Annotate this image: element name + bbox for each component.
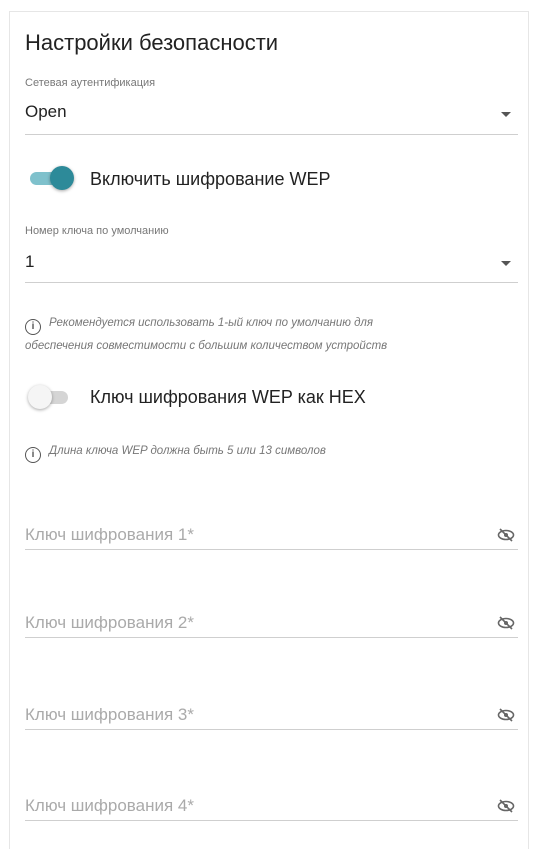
hex-key-label: Ключ шифрования WEP как HEX <box>90 387 366 407</box>
toggle-knob <box>28 385 52 409</box>
hint-text: Длина ключа WEP должна быть 5 или 13 сим… <box>49 445 326 457</box>
eye-off-icon[interactable] <box>497 799 515 813</box>
auth-underline <box>25 134 518 135</box>
toggle-knob <box>50 166 74 190</box>
eye-off-icon[interactable] <box>497 616 515 630</box>
default-key-value: 1 <box>25 252 35 271</box>
auth-value: Open <box>25 102 67 121</box>
chevron-down-icon <box>501 112 511 117</box>
hint-line-2: обеспечения совместимости с большим коли… <box>25 340 388 352</box>
hint-line-1: Рекомендуется использовать 1-ый ключ по … <box>49 317 374 329</box>
eye-off-icon[interactable] <box>497 528 515 542</box>
default-key-hint: i Рекомендуется использовать 1-ый ключ по… <box>25 312 387 357</box>
info-icon: i <box>25 319 41 335</box>
page-title: Настройки безопасности <box>25 30 279 55</box>
chevron-down-icon <box>501 261 511 266</box>
hex-key-toggle[interactable] <box>28 385 74 409</box>
key-length-hint: i Длина ключа WEP должна быть 5 или 13 си… <box>25 440 326 463</box>
auth-select[interactable]: Open <box>25 92 518 134</box>
eye-off-icon[interactable] <box>497 708 515 722</box>
encryption-key-3-input[interactable] <box>25 700 518 730</box>
info-icon: i <box>25 447 41 463</box>
wep-encryption-label: Включить шифрование WEP <box>90 169 331 189</box>
encryption-key-2-input[interactable] <box>25 608 518 638</box>
auth-label: Сетевая аутентификация <box>25 77 156 89</box>
default-key-select[interactable]: 1 <box>25 240 518 282</box>
default-key-label: Номер ключа по умолчанию <box>25 225 169 237</box>
encryption-key-1-input[interactable] <box>25 520 518 550</box>
encryption-key-4-input[interactable] <box>25 791 518 821</box>
default-key-underline <box>25 282 518 283</box>
wep-encryption-toggle[interactable] <box>30 166 74 190</box>
